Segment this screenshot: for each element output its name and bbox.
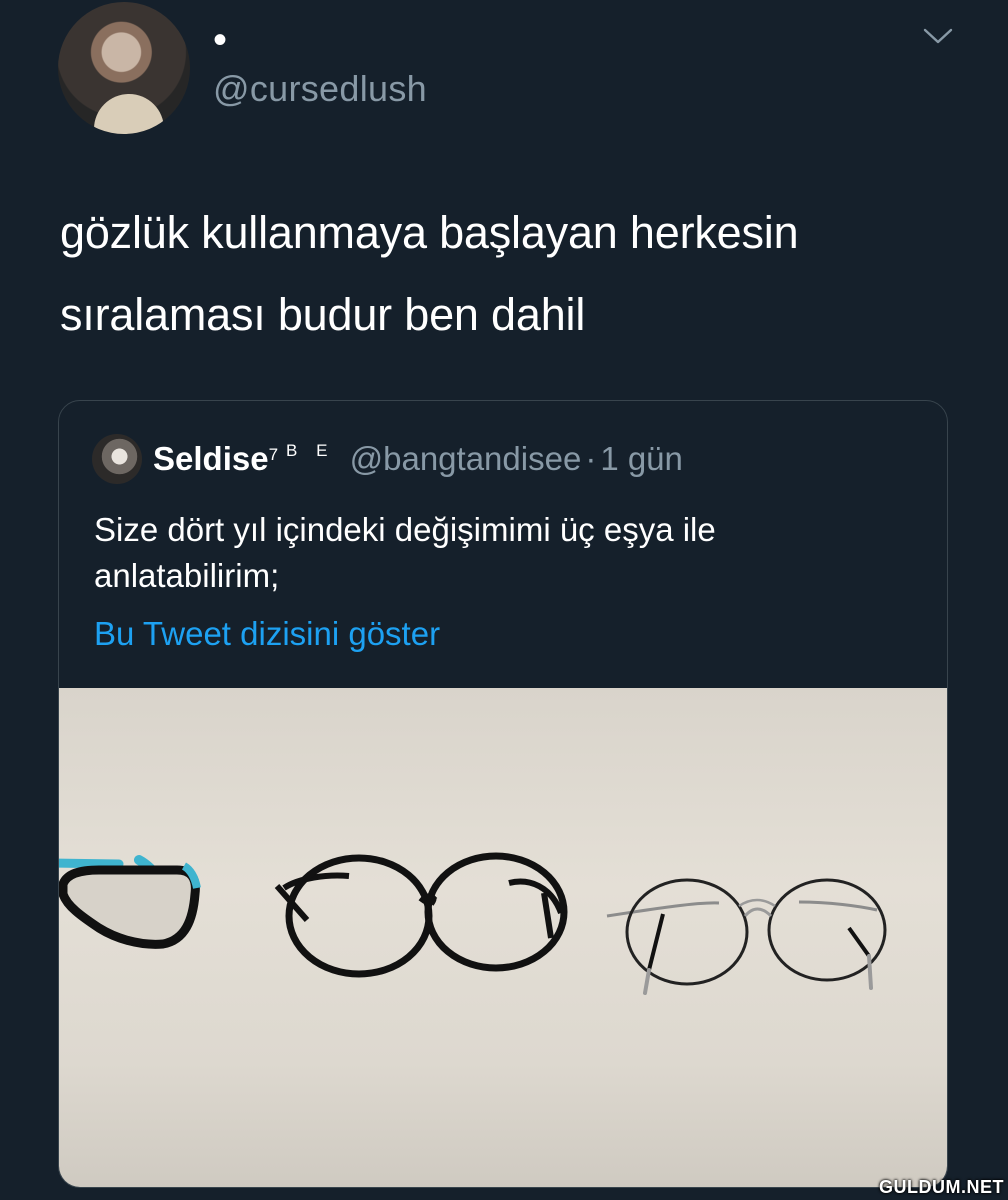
quoted-text-line: Size dört yıl içindeki değişimimi üç eşy… (94, 511, 716, 548)
tweet-text: gözlük kullanmaya başlayan herkesin sıra… (60, 192, 960, 356)
avatar[interactable] (58, 2, 190, 134)
tweet-text-line: gözlük kullanmaya başlayan herkesin (60, 207, 799, 258)
display-name[interactable]: • (213, 20, 227, 60)
quoted-tweet-header: Seldise7 B E @bangtandisee · 1 gün (153, 439, 683, 479)
quoted-display-name: Seldise (153, 440, 269, 477)
tweet-text-line: sıralaması budur ben dahil (60, 289, 586, 340)
chevron-down-icon[interactable] (922, 26, 954, 46)
glasses-round-metal (606, 878, 887, 995)
quoted-name-suffix: B E (286, 441, 335, 460)
glasses-round-plastic (274, 852, 568, 978)
tweet-photo[interactable] (59, 688, 947, 1187)
show-thread-link[interactable]: Bu Tweet dizisini göster (94, 615, 440, 653)
quoted-name-superscript: 7 (268, 445, 279, 464)
quoted-text-line: anlatabilirim; (94, 557, 280, 594)
glasses-photo (59, 852, 887, 995)
quoted-handle: @bangtandisee (349, 440, 582, 477)
watermark: GULDUM.NET (879, 1177, 1004, 1197)
username-handle[interactable]: @cursedlush (213, 68, 427, 110)
quoted-timestamp: 1 gün (600, 440, 683, 477)
quoted-avatar[interactable] (92, 434, 142, 484)
glasses-rectangular (59, 855, 201, 949)
separator-dot: · (585, 440, 597, 477)
quoted-tweet-text: Size dört yıl içindeki değişimimi üç eşy… (94, 507, 914, 599)
quoted-tweet-card[interactable]: Seldise7 B E @bangtandisee · 1 gün Size dör… (58, 400, 948, 1188)
